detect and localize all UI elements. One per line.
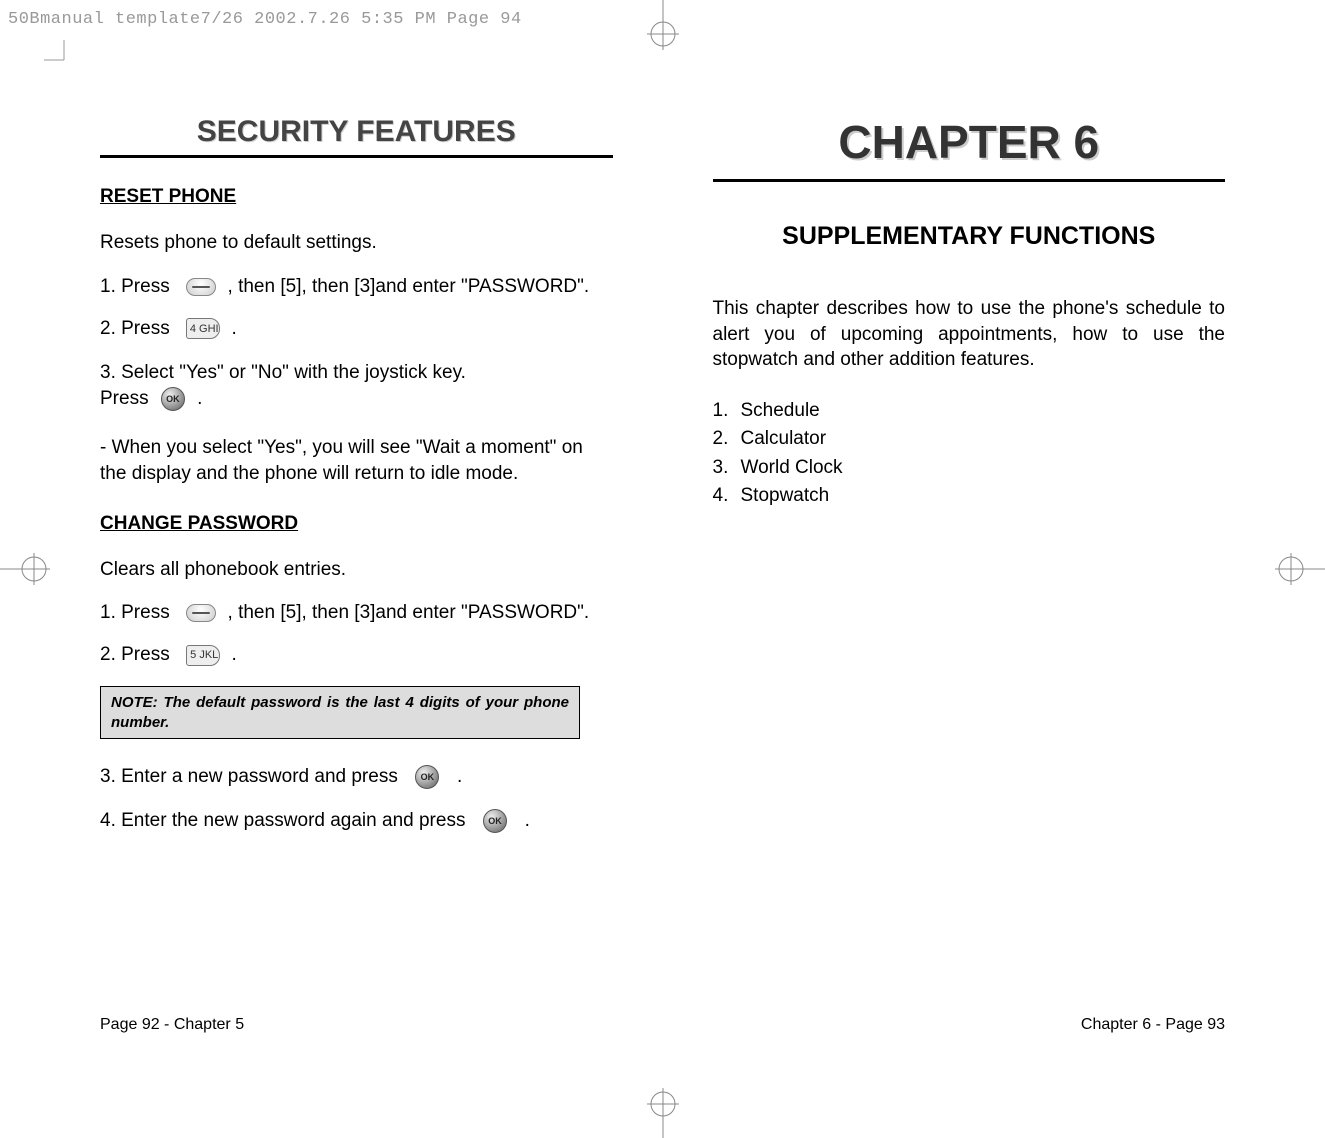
note-box: NOTE: The default password is the last 4… <box>100 686 580 739</box>
soft-key-icon <box>186 278 216 296</box>
cp-step-1: 1. Press , then [5], then [3]and enter "… <box>100 602 613 624</box>
list-num: 4. <box>713 482 735 511</box>
ok-button-icon: OK <box>415 765 439 789</box>
chapter-subtitle: SUPPLEMENTARY FUNCTIONS <box>713 222 1226 251</box>
soft-key-icon <box>186 604 216 622</box>
list-label: Stopwatch <box>741 482 830 511</box>
step-3-press: Press OK . <box>100 387 613 411</box>
list-num: 2. <box>713 425 735 454</box>
ok-button-icon: OK <box>161 387 185 411</box>
chapter-rule <box>713 179 1226 182</box>
step-text: 1. Press <box>100 276 180 298</box>
heading-change-password: CHANGE PASSWORD <box>100 513 613 535</box>
list-num: 1. <box>713 397 735 426</box>
wait-note: - When you select "Yes", you will see "W… <box>100 435 613 486</box>
ok-button-icon: OK <box>483 809 507 833</box>
step-text: 1. Press <box>100 602 180 624</box>
step-text: . <box>446 766 462 788</box>
reset-desc: Resets phone to default settings. <box>100 230 613 256</box>
step-3: 3. Select "Yes" or "No" with the joystic… <box>100 360 613 386</box>
list-item: 3.World Clock <box>713 454 1226 483</box>
step-text: . <box>226 318 237 340</box>
cp-step-3: 3. Enter a new password and press OK . <box>100 765 613 789</box>
chapter-title: CHAPTER 6 <box>713 115 1226 169</box>
list-label: Calculator <box>741 425 827 454</box>
step-text: . <box>226 644 237 666</box>
step-text: . <box>192 388 203 410</box>
list-label: Schedule <box>741 397 820 426</box>
heading-reset-phone: RESET PHONE <box>100 186 613 208</box>
step-text: 3. Enter a new password and press <box>100 766 408 788</box>
step-text: 4. Enter the new password again and pres… <box>100 810 476 832</box>
key-4-icon: 4 GHI <box>186 318 220 339</box>
step-1: 1. Press , then [5], then [3]and enter "… <box>100 276 613 298</box>
note-text: The default password is the last 4 digit… <box>111 694 569 731</box>
step-text: 2. Press <box>100 318 180 340</box>
step-text: . <box>514 810 530 832</box>
cp-step-4: 4. Enter the new password again and pres… <box>100 809 613 833</box>
step-text: 2. Press <box>100 644 180 666</box>
cp-step-2: 2. Press 5 JKL . <box>100 644 613 666</box>
list-num: 3. <box>713 454 735 483</box>
page-right: CHAPTER 6 SUPPLEMENTARY FUNCTIONS This c… <box>663 0 1325 1138</box>
step-text: Press <box>100 388 154 410</box>
list-item: 2.Calculator <box>713 425 1226 454</box>
list-item: 1.Schedule <box>713 397 1226 426</box>
page-left: SECURITY FEATURES RESET PHONE Resets pho… <box>0 0 663 1138</box>
change-pw-desc: Clears all phonebook entries. <box>100 557 613 583</box>
section-title: SECURITY FEATURES <box>100 115 613 158</box>
function-list: 1.Schedule 2.Calculator 3.World Clock 4.… <box>713 397 1226 511</box>
chapter-intro: This chapter describes how to use the ph… <box>713 296 1226 373</box>
page-footer-left: Page 92 - Chapter 5 <box>100 1016 244 1034</box>
step-2: 2. Press 4 GHI . <box>100 318 613 340</box>
key-5-icon: 5 JKL <box>186 645 220 666</box>
step-text: , then [5], then [3]and enter "PASSWORD"… <box>222 276 589 298</box>
list-label: World Clock <box>741 454 843 483</box>
list-item: 4.Stopwatch <box>713 482 1226 511</box>
step-text: , then [5], then [3]and enter "PASSWORD"… <box>222 602 589 624</box>
page-footer-right: Chapter 6 - Page 93 <box>1081 1016 1225 1034</box>
note-label: NOTE: <box>111 694 158 711</box>
